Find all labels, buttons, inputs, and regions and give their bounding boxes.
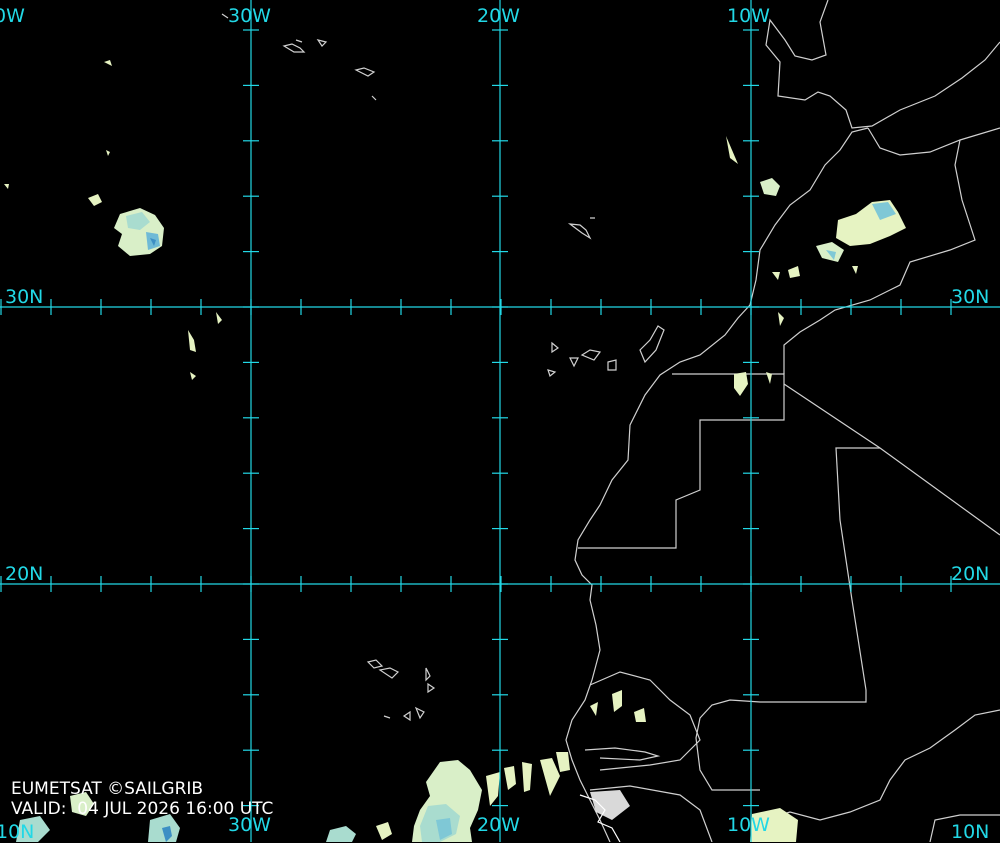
longitude-label-10w-bottom: 10W <box>727 814 770 836</box>
satellite-map <box>0 0 1000 842</box>
longitude-label-20w-top: 20W <box>477 5 520 27</box>
credit-text: EUMETSAT ©SAILGRIB <box>11 779 204 799</box>
longitude-label-0w: 0W <box>0 5 25 27</box>
latitude-label-30n-right: 30N <box>951 286 990 308</box>
valid-datetime: 04 JUL 2026 16:00 UTC <box>77 799 274 819</box>
longitude-label-10w-top: 10W <box>727 5 770 27</box>
longitude-label-30w-top: 30W <box>228 5 271 27</box>
valid-prefix: VALID: <box>11 799 67 819</box>
bottom-label-10n-right: 10N <box>951 821 990 843</box>
latitude-label-20n-right: 20N <box>951 563 990 585</box>
latitude-label-20n-left: 20N <box>5 563 44 585</box>
longitude-label-20w-bottom: 20W <box>477 814 520 836</box>
valid-time-text: VALID: 04 JUL 2026 16:00 UTC <box>11 801 273 818</box>
latitude-label-30n-left: 30N <box>5 286 44 308</box>
bottom-label-10n-left: 10N <box>0 821 35 843</box>
